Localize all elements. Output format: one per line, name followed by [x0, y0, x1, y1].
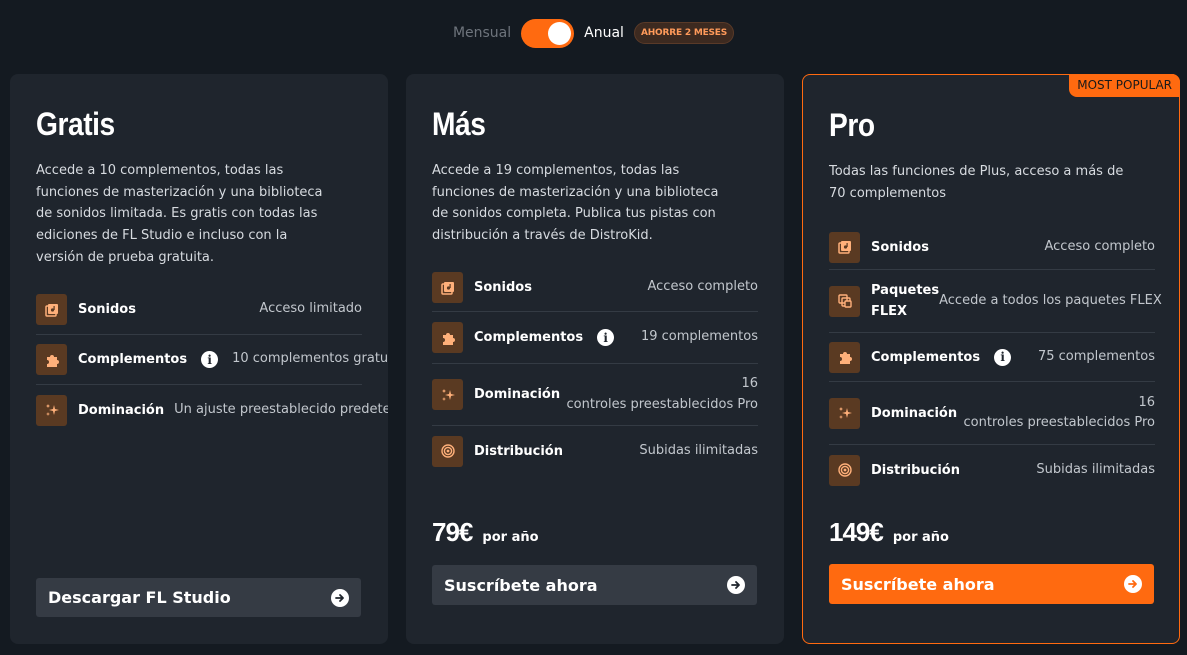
save-badge: AHORRE 2 MESES	[633, 22, 735, 44]
feature-list: Sonidos Acceso completo Complementos i 1…	[432, 264, 758, 476]
puzzle-icon	[36, 344, 67, 375]
sparkle-icon	[432, 379, 463, 410]
feature-row-mastering: Dominación 16 controles preestablecidos …	[432, 364, 758, 426]
feature-value: Subidas ilimitadas	[639, 442, 758, 458]
price-period: por año	[892, 530, 949, 545]
feature-name: Dominación	[871, 405, 958, 421]
plan-description: Todas las funciones de Plus, acceso a má…	[829, 164, 1124, 201]
feature-value: Subidas ilimitadas	[1036, 461, 1155, 477]
price: 79€ por año	[432, 517, 539, 548]
sounds-icon	[432, 272, 463, 303]
feature-list: Sonidos Acceso completo Paquetes FLEX Ac…	[829, 225, 1162, 495]
flex-packs-icon	[829, 285, 860, 317]
most-popular-badge: MOST POPULAR	[1069, 74, 1180, 97]
feature-name: Sonidos	[78, 302, 136, 317]
feature-name-line2: FLEX	[871, 304, 908, 319]
feature-row-mastering: Dominación 16 controles preestablecidos …	[829, 382, 1155, 445]
info-icon[interactable]: i	[994, 348, 1012, 366]
plan-description: Accede a 19 complementos, todas las func…	[432, 163, 719, 244]
puzzle-icon	[432, 322, 463, 353]
feature-value: 16 controles preestablecidos Pro	[567, 374, 758, 415]
sparkle-icon	[36, 394, 67, 426]
plan-card-free: Gratis Accede a 10 complementos, todas l…	[10, 74, 388, 644]
plan-card-pro: MOST POPULAR Pro Todas las funciones de …	[802, 74, 1180, 644]
subscribe-pro-button[interactable]: Suscríbete ahora	[829, 564, 1154, 604]
puzzle-icon	[829, 341, 860, 373]
feature-name: Paquetes FLEX	[871, 280, 939, 322]
feature-name: Sonidos	[474, 280, 532, 295]
feature-value: Accede a todos los paquetes FLEX	[939, 292, 1162, 308]
feature-row-distribution: Distribución Subidas ilimitadas	[829, 445, 1155, 495]
feature-row-plugins: Complementos i 10 complementos gratuitos	[36, 335, 388, 385]
feature-value: 16 controles preestablecidos Pro	[964, 393, 1155, 434]
price-amount: 149€	[829, 517, 884, 547]
feature-value: Acceso completo	[647, 279, 759, 295]
feature-row-mastering: Dominación Un ajuste preestablecido pred…	[36, 385, 388, 435]
distribution-icon	[829, 454, 860, 486]
distribution-icon	[432, 435, 463, 467]
feature-value: Acceso completo	[1044, 238, 1156, 254]
feature-name: Complementos	[871, 349, 981, 365]
plan-card-plus: Más Accede a 19 complementos, todas las …	[406, 74, 784, 644]
feature-row-plugins: Complementos i 75 complementos	[829, 333, 1155, 382]
button-label: Descargar FL Studio	[48, 588, 231, 607]
billing-toggle: Mensual Anual AHORRE 2 MESES	[0, 18, 1187, 48]
feature-value-unit: controles preestablecidos Pro	[566, 396, 758, 412]
feature-name: Dominación	[78, 402, 165, 418]
sounds-icon	[829, 231, 860, 263]
button-label: Suscríbete ahora	[444, 575, 598, 595]
feature-name: Dominación	[474, 387, 561, 402]
feature-value-count: 16	[741, 376, 758, 391]
plan-title: Más	[432, 106, 486, 142]
feature-value: 75 complementos	[1037, 348, 1155, 364]
switch-knob	[548, 21, 572, 45]
feature-row-plugins: Complementos i 19 complementos	[432, 312, 758, 364]
arrow-right-icon	[331, 588, 349, 607]
download-fl-studio-button[interactable]: Descargar FL Studio	[36, 578, 361, 617]
feature-value-count: 16	[1138, 394, 1155, 410]
feature-value: Acceso limitado	[259, 301, 362, 317]
feature-list: Sonidos Acceso limitado Complementos i 1…	[36, 285, 388, 435]
feature-name: Sonidos	[871, 239, 929, 255]
billing-period-switch[interactable]	[521, 18, 575, 48]
feature-name: Distribución	[474, 443, 563, 459]
feature-row-flex-packs: Paquetes FLEX Accede a todos los paquete…	[829, 270, 1162, 333]
feature-name: Complementos	[474, 330, 584, 345]
plan-description: Accede a 10 complementos, todas las func…	[36, 163, 323, 265]
monthly-label[interactable]: Mensual	[453, 25, 511, 41]
feature-value: 19 complementos	[640, 329, 758, 345]
sounds-icon	[36, 294, 67, 325]
feature-value-unit: controles preestablecidos Pro	[963, 415, 1155, 430]
feature-row-sounds: Sonidos Acceso completo	[432, 264, 758, 312]
feature-value: Un ajuste preestablecido predeterminado	[174, 401, 388, 417]
info-icon[interactable]: i	[597, 329, 615, 346]
info-icon[interactable]: i	[201, 351, 219, 368]
feature-value: 10 complementos gratuitos	[232, 351, 388, 367]
annual-label[interactable]: Anual	[584, 25, 624, 41]
feature-name: Distribución	[871, 462, 960, 478]
feature-row-sounds: Sonidos Acceso completo	[829, 225, 1155, 270]
plan-title: Gratis	[36, 106, 115, 142]
button-label: Suscríbete ahora	[841, 574, 995, 594]
feature-name-line1: Paquetes	[871, 283, 940, 298]
plan-title: Pro	[829, 107, 875, 143]
price-amount: 79€	[432, 517, 473, 547]
feature-row-sounds: Sonidos Acceso limitado	[36, 285, 362, 335]
arrow-right-icon	[1124, 575, 1142, 593]
price-period: por año	[482, 530, 539, 545]
subscribe-plus-button[interactable]: Suscríbete ahora	[432, 565, 757, 605]
feature-name: Complementos	[78, 352, 188, 367]
arrow-right-icon	[727, 576, 745, 594]
feature-row-distribution: Distribución Subidas ilimitadas	[432, 426, 758, 476]
price: 149€ por año	[829, 517, 949, 548]
sparkle-icon	[829, 397, 860, 429]
